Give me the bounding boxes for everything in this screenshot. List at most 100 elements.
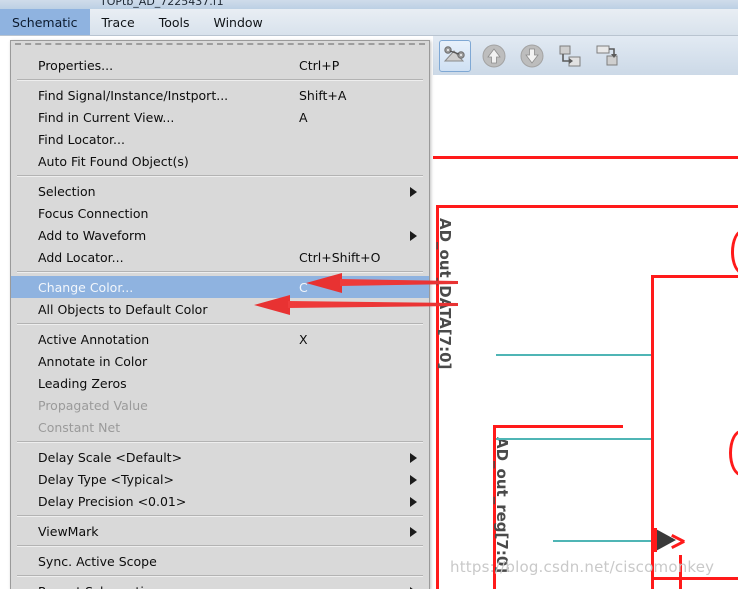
submenu-chevron-icon: [410, 231, 417, 241]
menu-item-label: Recent Schematics: [38, 584, 157, 589]
menu-item-accelerator: Shift+A: [299, 87, 347, 103]
up-arrow-icon: [482, 44, 506, 67]
window-title-bar: TOPtb_AD_7225437.f1: [0, 0, 738, 9]
menu-item-accelerator: C: [299, 279, 308, 295]
menu-item-label: Delay Precision <0.01>: [38, 493, 187, 509]
menu-item-find-signal-instance-instport[interactable]: Find Signal/Instance/Instport... Shift+A: [11, 84, 429, 106]
submenu-chevron-icon: [410, 187, 417, 197]
menu-separator: [17, 515, 423, 517]
menu-item-label: Delay Scale <Default>: [38, 449, 183, 465]
menu-item-active-annotation[interactable]: Active Annotation X: [11, 328, 429, 350]
submenu-chevron-icon: [410, 497, 417, 507]
menu-separator: [17, 575, 423, 577]
menubar-item-window[interactable]: Window: [201, 9, 274, 35]
signal-label-ad-out-reg: AD_out_reg[7:0]: [493, 437, 511, 574]
menu-item-accelerator: Ctrl+P: [299, 57, 340, 73]
menu-tearoff-handle[interactable]: [15, 43, 425, 54]
menu-item-find-in-current-view[interactable]: Find in Current View... A: [11, 106, 429, 128]
buffer-outline: [654, 528, 657, 552]
menu-item-label: Find Signal/Instance/Instport...: [38, 87, 229, 103]
menu-item-focus-connection[interactable]: Focus Connection: [11, 202, 429, 224]
schematic-dropdown-menu[interactable]: Properties... Ctrl+P Find Signal/Instanc…: [10, 40, 430, 589]
menu-item-add-to-waveform[interactable]: Add to Waveform: [11, 224, 429, 246]
ascend-hierarchy-button[interactable]: [593, 41, 623, 71]
menu-item-label: Find in Current View...: [38, 109, 175, 125]
block-outline-top: [436, 205, 738, 208]
menu-item-add-locator[interactable]: Add Locator... Ctrl+Shift+O: [11, 246, 429, 268]
watermark-text: https://blog.csdn.net/ciscomonkey: [450, 558, 715, 576]
menu-item-label: Focus Connection: [38, 205, 149, 221]
menu-item-auto-fit-found-objects[interactable]: Auto Fit Found Object(s): [11, 150, 429, 172]
menu-separator: [17, 175, 423, 177]
menu-item-sync-active-scope[interactable]: Sync. Active Scope: [11, 550, 429, 572]
menu-item-label: Leading Zeros: [38, 375, 127, 391]
menu-item-viewmark[interactable]: ViewMark: [11, 520, 429, 542]
right-block-bottom: [651, 577, 738, 580]
menu-separator: [17, 441, 423, 443]
menubar-item-tools[interactable]: Tools: [147, 9, 202, 35]
menubar-label-schematic: Schematic: [12, 14, 78, 30]
pin-arc: [729, 430, 738, 476]
menu-item-label: Delay Type <Typical>: [38, 471, 174, 487]
move-down-button[interactable]: [517, 41, 547, 71]
menubar-label-window: Window: [213, 14, 263, 30]
menu-item-delay-scale[interactable]: Delay Scale <Default>: [11, 446, 429, 468]
menu-separator: [17, 545, 423, 547]
menu-item-label: Selection: [38, 183, 96, 199]
signal-label-ad-out-data: AD_out_DATA[7:0]: [436, 218, 454, 370]
schematic-settings-button[interactable]: [439, 39, 471, 72]
menubar-item-schematic[interactable]: Schematic: [0, 9, 90, 35]
ascend-hierarchy-icon: [596, 45, 618, 65]
schematic-canvas[interactable]: AD_out_DATA[7:0] AD_out_reg[7:0]: [433, 75, 738, 589]
menu-bar: Schematic Trace Tools Window: [0, 9, 738, 36]
schematic-settings-icon: [443, 45, 465, 61]
submenu-chevron-icon: [410, 453, 417, 463]
menu-separator: [17, 271, 423, 273]
menu-item-label: Add Locator...: [38, 249, 124, 265]
menu-item-label: Find Locator...: [38, 131, 125, 147]
menu-item-label: ViewMark: [38, 523, 99, 539]
pin-arc: [731, 230, 738, 274]
menu-item-label: Change Color...: [38, 279, 134, 295]
menu-item-accelerator: X: [299, 331, 308, 347]
inner-block-top: [493, 425, 623, 428]
menu-item-label: Add to Waveform: [38, 227, 147, 243]
wire-segment: [433, 156, 738, 159]
menubar-item-trace[interactable]: Trace: [90, 9, 147, 35]
net-segment: [496, 438, 651, 440]
submenu-chevron-icon: [410, 527, 417, 537]
menu-item-label: Properties...: [38, 57, 114, 73]
menu-item-label: Annotate in Color: [38, 353, 148, 369]
menu-item-selection[interactable]: Selection: [11, 180, 429, 202]
menu-item-label: Sync. Active Scope: [38, 553, 157, 569]
menu-separator: [17, 323, 423, 325]
right-block-top: [651, 275, 738, 278]
menu-item-label: Auto Fit Found Object(s): [38, 153, 189, 169]
descend-hierarchy-button[interactable]: [555, 41, 585, 71]
net-segment: [553, 540, 651, 542]
menu-item-label: Active Annotation: [38, 331, 150, 347]
down-arrow-icon: [520, 44, 544, 67]
menu-separator: [17, 79, 423, 81]
menu-item-delay-type[interactable]: Delay Type <Typical>: [11, 468, 429, 490]
menu-item-leading-zeros[interactable]: Leading Zeros: [11, 372, 429, 394]
toolbar: [433, 36, 738, 76]
menu-item-constant-net: Constant Net: [11, 416, 429, 438]
move-up-button[interactable]: [479, 41, 509, 71]
menubar-label-trace: Trace: [101, 14, 135, 30]
menu-item-recent-schematics[interactable]: Recent Schematics: [11, 580, 429, 589]
menu-item-accelerator: A: [299, 109, 308, 125]
menu-item-find-locator[interactable]: Find Locator...: [11, 128, 429, 150]
descend-hierarchy-icon: [559, 45, 581, 66]
window-title: TOPtb_AD_7225437.f1: [100, 0, 224, 8]
submenu-chevron-icon: [410, 475, 417, 485]
menu-item-label: Propagated Value: [38, 397, 148, 413]
menu-item-annotate-in-color[interactable]: Annotate in Color: [11, 350, 429, 372]
menu-item-all-objects-to-default-color[interactable]: All Objects to Default Color: [11, 298, 429, 320]
menubar-label-tools: Tools: [158, 14, 190, 30]
menu-item-change-color[interactable]: Change Color... C: [11, 276, 429, 298]
menu-item-label: All Objects to Default Color: [38, 301, 208, 317]
menu-item-propagated-value: Propagated Value: [11, 394, 429, 416]
menu-item-properties[interactable]: Properties... Ctrl+P: [11, 54, 429, 76]
menu-item-delay-precision[interactable]: Delay Precision <0.01>: [11, 490, 429, 512]
